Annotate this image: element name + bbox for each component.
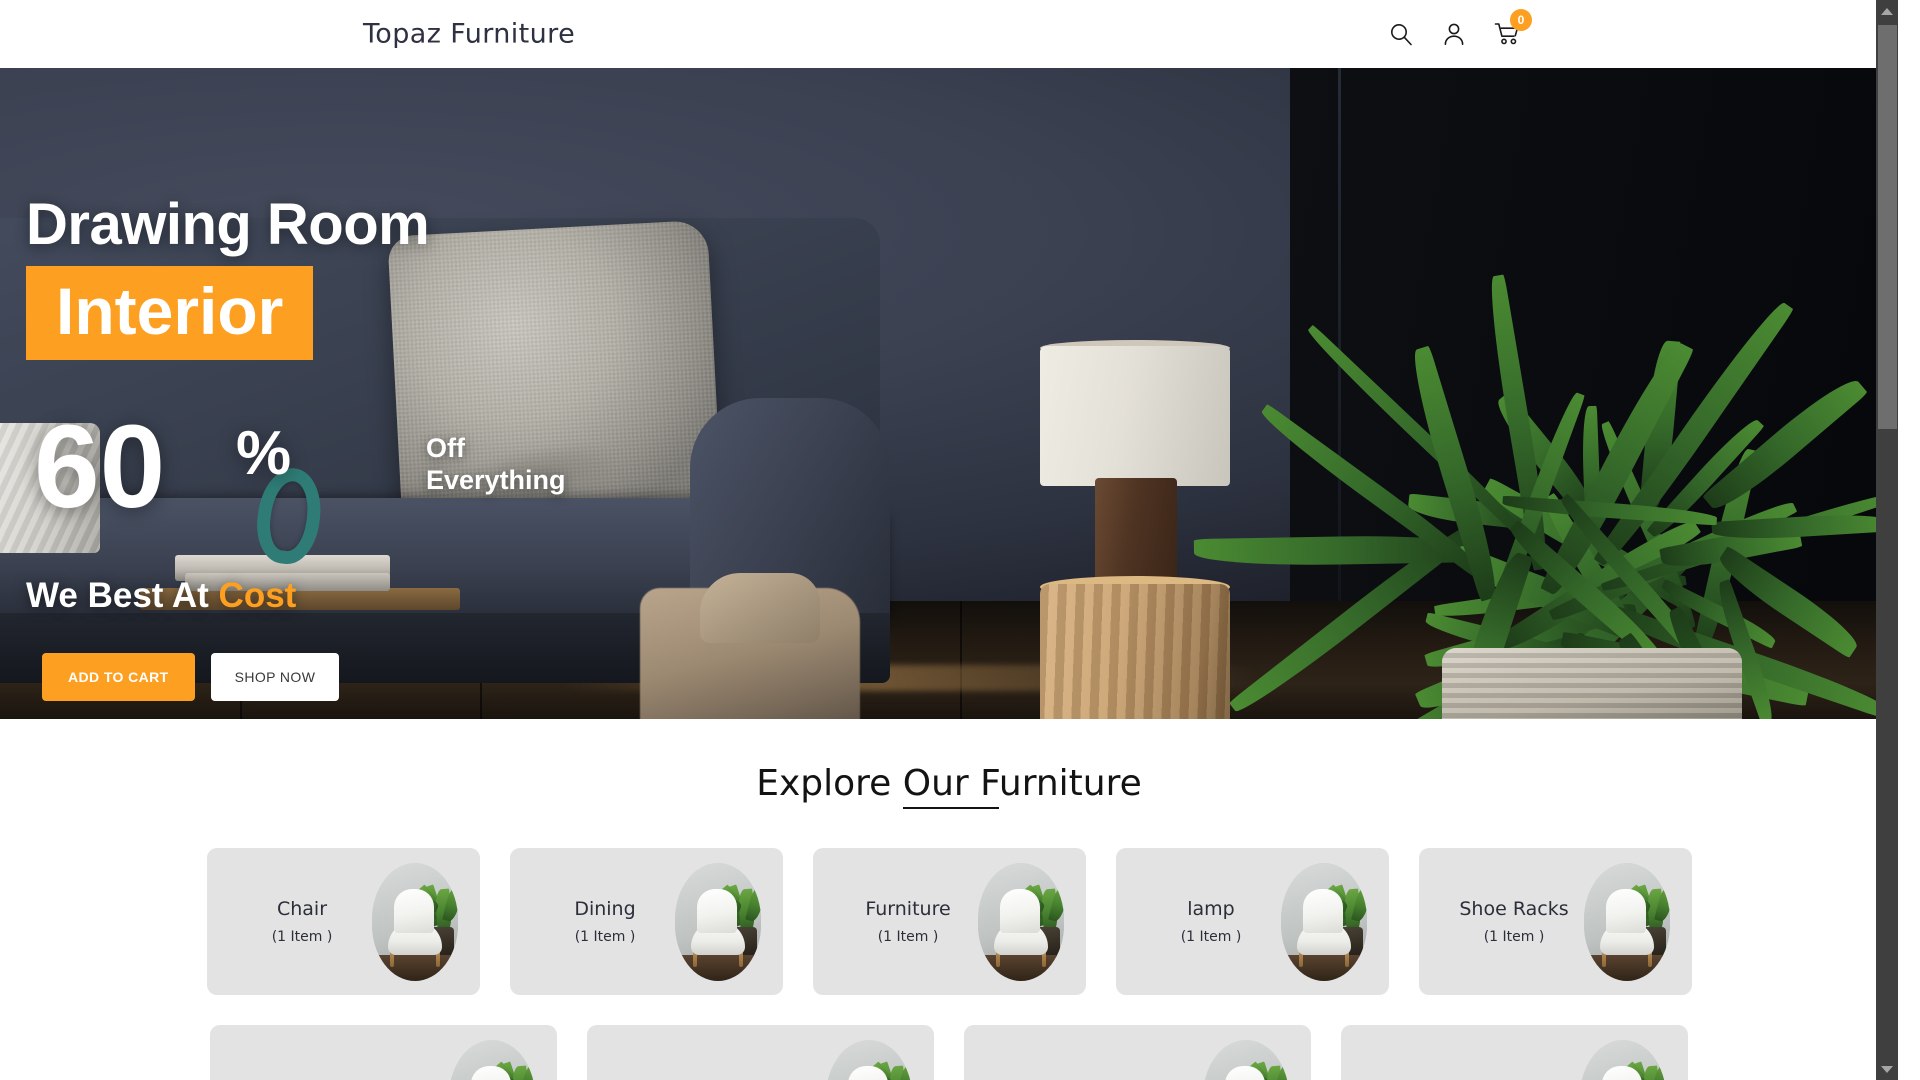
hero-discount-symbol: %	[236, 419, 292, 488]
category-row-primary: Chair (1 Item ) Dining (1 Item ) Furnitu…	[0, 848, 1898, 995]
category-item-count: (1 Item )	[574, 929, 636, 945]
category-thumbnail-image	[826, 1039, 912, 1080]
scrollbar-down-button[interactable]	[1876, 1058, 1898, 1080]
shop-now-button[interactable]: SHOP NOW	[210, 653, 340, 701]
category-card[interactable]: Dining (1 Item )	[509, 848, 783, 995]
category-thumbnail-image	[1203, 1039, 1289, 1080]
hero-copy: Drawing Room Interior 60 % Off Everythin…	[0, 68, 1898, 719]
hero-offer-line1: Off	[426, 433, 465, 463]
add-to-cart-button[interactable]: ADD TO CART	[42, 653, 195, 701]
site-header: Topaz Furniture 0	[0, 0, 1898, 68]
hero-offer-line2: Everything	[426, 464, 566, 495]
category-thumbnail-image	[977, 862, 1064, 981]
scrollbar-thumb[interactable]	[1878, 25, 1897, 429]
category-card[interactable]: Shoe Racks (1 Item )	[1418, 848, 1692, 995]
category-name: Dining	[574, 898, 636, 920]
header-icon-group: 0	[1388, 9, 1532, 47]
hero-badge-text: Interior	[56, 274, 284, 348]
category-thumbnail-image	[1580, 1039, 1666, 1080]
category-thumbnail-image	[449, 1039, 535, 1080]
hero-banner: Drawing Room Interior 60 % Off Everythin…	[0, 68, 1898, 719]
hero-button-group: ADD TO CART SHOP NOW	[42, 653, 340, 701]
cart-count-badge: 0	[1510, 9, 1532, 31]
brand-logo[interactable]: Topaz Furniture	[363, 19, 575, 50]
hero-tagline-accent: Cost	[218, 576, 297, 615]
explore-title: Explore Our Furniture	[0, 763, 1898, 809]
explore-title-prefix: Explore	[756, 763, 903, 804]
category-name: lamp	[1187, 898, 1235, 920]
category-name: Furniture	[865, 898, 951, 920]
page-scrollbar[interactable]	[1876, 0, 1898, 1080]
category-item-count: (1 Item )	[271, 929, 333, 945]
hero-headline: Drawing Room	[26, 192, 430, 257]
category-thumbnail-image	[371, 862, 458, 981]
hero-headline-badge: Interior	[26, 266, 314, 360]
category-thumbnail-image	[1280, 862, 1367, 981]
explore-section: Explore Our Furniture Chair (1 Item ) Di…	[0, 719, 1898, 1080]
category-row-secondary	[0, 1025, 1898, 1080]
page-root: Topaz Furniture 0 Drawing Room Interior …	[0, 0, 1898, 1080]
category-item-count: (1 Item )	[1180, 929, 1242, 945]
explore-title-suffix: urniture	[998, 763, 1142, 804]
category-name: Shoe Racks	[1459, 898, 1569, 920]
category-card[interactable]	[210, 1025, 557, 1080]
category-card[interactable]	[587, 1025, 934, 1080]
hero-discount-number: 60	[34, 401, 166, 533]
category-card[interactable]	[964, 1025, 1311, 1080]
category-card[interactable]: lamp (1 Item )	[1115, 848, 1389, 995]
search-icon[interactable]	[1388, 21, 1414, 47]
hero-offer-text: Off Everything	[426, 433, 566, 497]
category-name: Chair	[276, 898, 328, 920]
category-thumbnail-image	[1583, 862, 1670, 981]
explore-title-underlined: Our F	[902, 763, 999, 809]
category-card[interactable]	[1341, 1025, 1688, 1080]
category-item-count: (1 Item )	[1483, 929, 1545, 945]
category-item-count: (1 Item )	[877, 929, 939, 945]
scrollbar-up-button[interactable]	[1876, 0, 1898, 22]
user-icon[interactable]	[1441, 21, 1467, 47]
hero-tagline-plain: We Best At	[26, 576, 219, 615]
category-thumbnail-image	[674, 862, 761, 981]
cart-icon[interactable]: 0	[1494, 9, 1532, 47]
category-card[interactable]: Chair (1 Item )	[206, 848, 480, 995]
category-card[interactable]: Furniture (1 Item )	[812, 848, 1086, 995]
hero-tagline: We Best At Cost	[26, 576, 296, 616]
